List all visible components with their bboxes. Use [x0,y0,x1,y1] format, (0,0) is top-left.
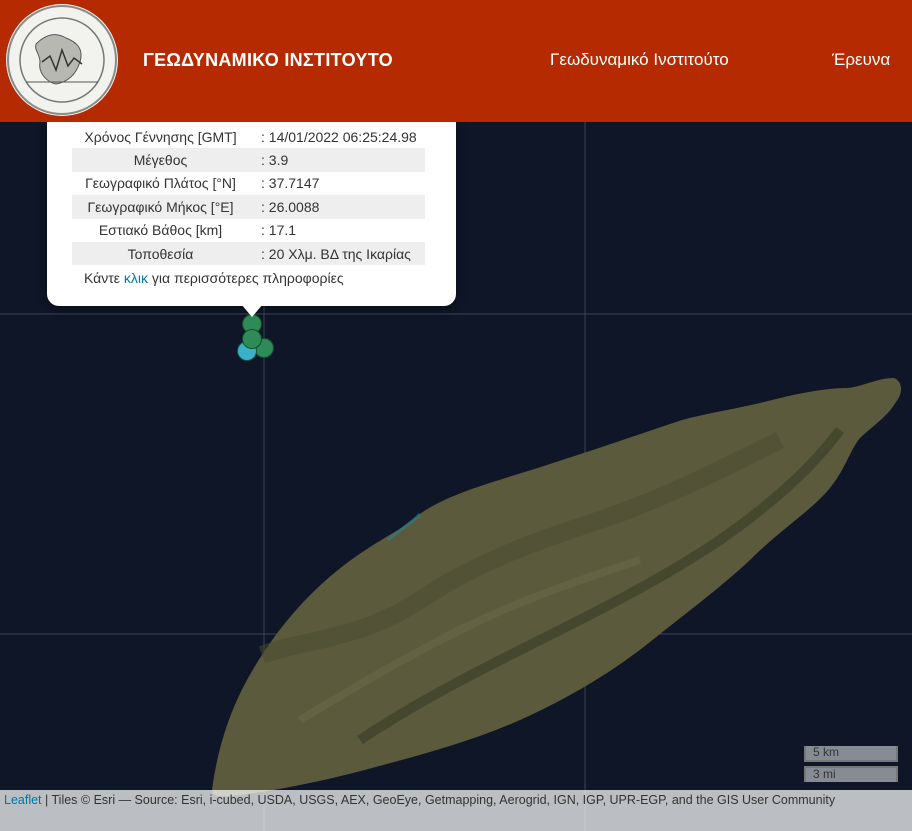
site-title[interactable]: ΓΕΩΔΥΝΑΜΙΚΟ ΙΝΣΤΙΤΟΥΤΟ [143,50,393,71]
detail-row-depth: Εστιακό Βάθος [km] : 17.1 [72,219,425,242]
popup-tip [241,304,263,317]
detail-key: Χρόνος Γέννησης [GMT] [84,128,237,145]
detail-key: Εστιακό Βάθος [km] [98,222,223,239]
more-info-prefix: Κάντε [84,270,124,286]
detail-row-longitude: Γεωγραφικό Μήκος [°E]: 26.0088 [72,195,425,219]
more-info-suffix: για περισσότερες πληροφορίες [148,270,344,286]
earthquake-details-table: Χρόνος Γέννησης [GMT] : 14/01/2022 06:25:… [72,125,425,266]
detail-key: Τοποθεσία [72,241,249,266]
detail-value: : 37.7147 [261,175,320,192]
earthquake-marker[interactable] [242,329,262,349]
detail-key: Γεωγραφικό Μήκος [°E] [72,195,249,219]
detail-value: : 14/01/2022 06:25:24.98 [261,128,417,145]
detail-value: : 3.9 [249,148,425,172]
seal-icon [7,5,117,115]
detail-row-location: Τοποθεσία: 20 Χλμ. ΒΔ της Ικαρίας [72,241,425,266]
detail-row-origin-time: Χρόνος Γέννησης [GMT] : 14/01/2022 06:25:… [72,125,425,148]
detail-value: : 26.0088 [249,195,425,219]
detail-value: : 17.1 [261,222,297,239]
earthquake-info-popup: Χρόνος Γέννησης [GMT] : 14/01/2022 06:25:… [47,122,456,306]
more-info-link[interactable]: κλικ [124,270,148,286]
detail-key: Μέγεθος [72,148,249,172]
map-attribution: Leaflet | Tiles © Esri — Source: Esri, i… [0,790,912,831]
scale-bar-mi: 3 mi [804,766,898,782]
detail-value: : 20 Χλμ. ΒΔ της Ικαρίας [249,241,425,266]
scale-bar-km: 5 km [804,746,898,762]
observatory-seal-logo[interactable] [6,4,118,116]
map-view[interactable]: Χρόνος Γέννησης [GMT] : 14/01/2022 06:25:… [0,0,912,831]
detail-row-latitude: Γεωγραφικό Πλάτος [°N] : 37.7147 [72,172,425,195]
nav-link-institute[interactable]: Γεωδυναμικό Ινστιτούτο [550,50,729,70]
detail-row-magnitude: Μέγεθος: 3.9 [72,148,425,172]
site-header: ΓΕΩΔΥΝΑΜΙΚΟ ΙΝΣΤΙΤΟΥΤΟ Γεωδυναμικό Ινστι… [0,0,912,122]
more-info-text: Κάντε κλικ για περισσότερες πληροφορίες [84,270,344,286]
leaflet-link[interactable]: Leaflet [4,793,42,807]
detail-key: Γεωγραφικό Πλάτος [°N] [85,175,236,192]
attribution-text: | Tiles © Esri — Source: Esri, i-cubed, … [41,793,836,807]
nav-link-research[interactable]: Έρευνα [832,50,890,70]
